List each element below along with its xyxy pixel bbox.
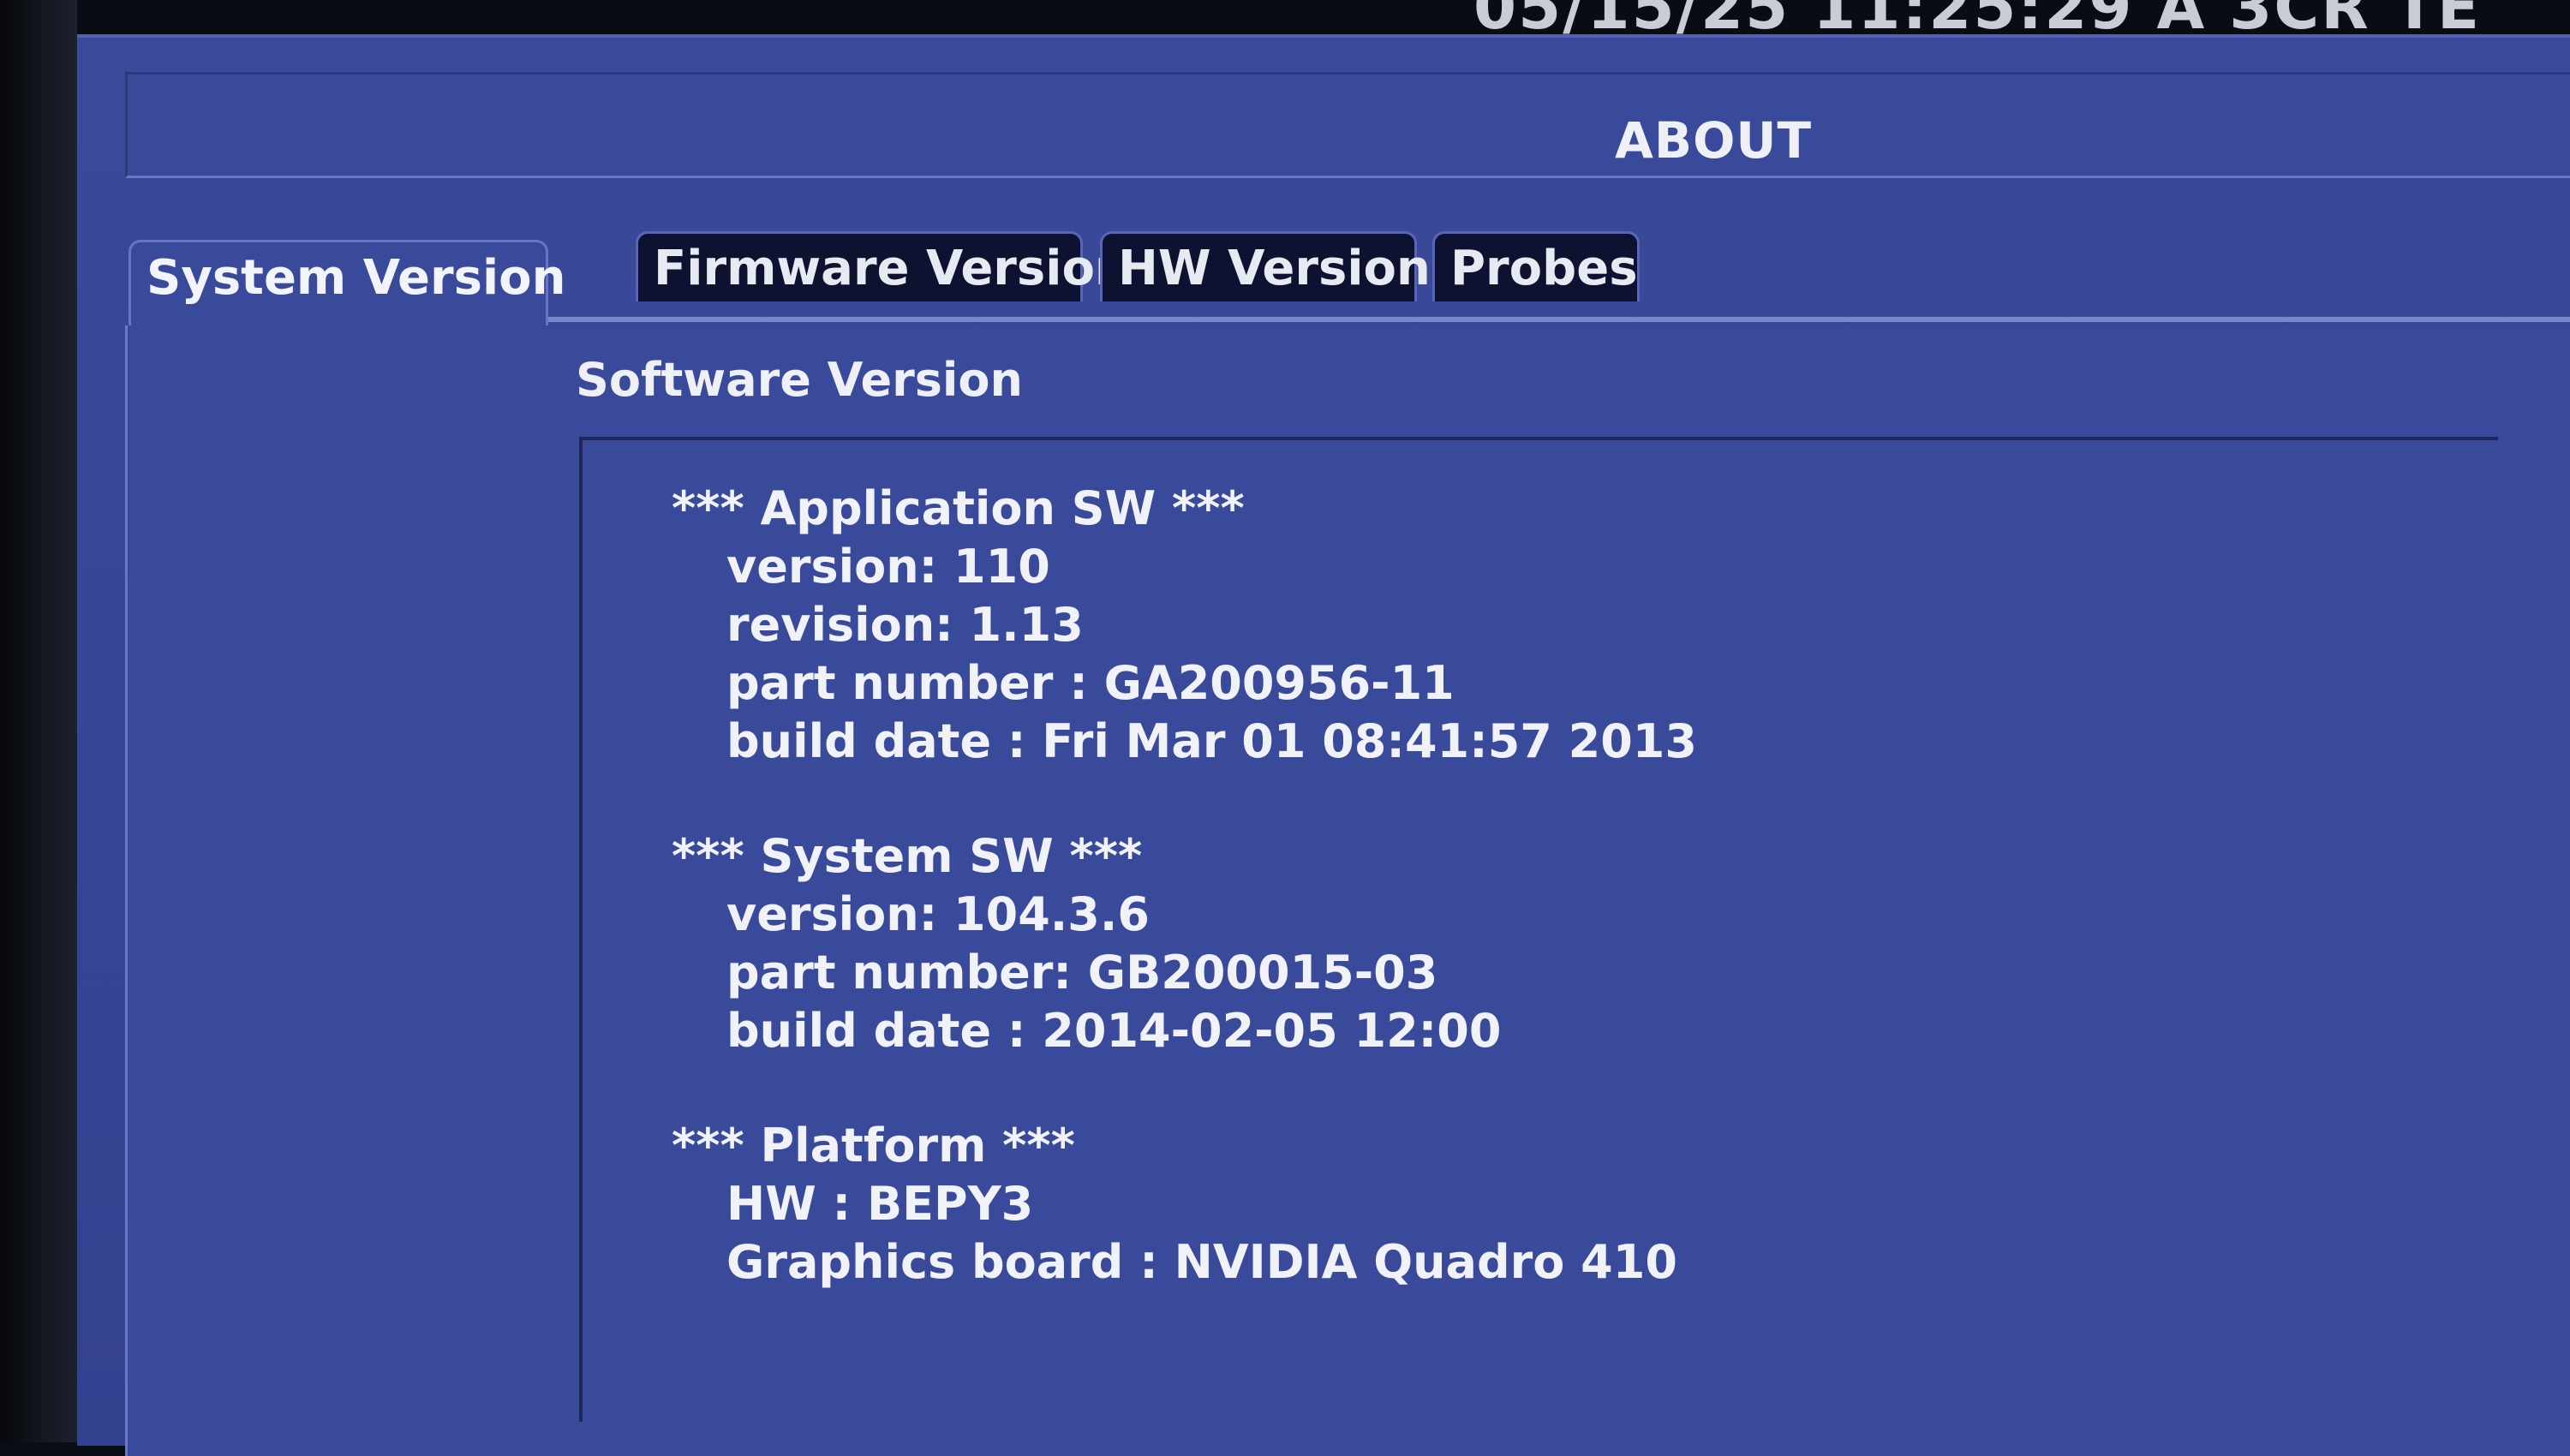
dialog-title-bar <box>125 72 2570 178</box>
system-build-date: build date : 2014-02-05 12:00 <box>726 1004 1502 1058</box>
tab-firmware-version[interactable]: Firmware Version <box>636 231 1129 301</box>
application-revision: revision: 1.13 <box>726 598 1084 652</box>
application-sw-header: *** Application SW *** <box>672 481 1245 535</box>
platform-header: *** Platform *** <box>672 1119 1075 1173</box>
tab-probes[interactable]: Probes <box>1432 231 1640 301</box>
dialog-title: ABOUT <box>1615 111 1813 170</box>
application-part-number: part number : GA200956-11 <box>726 656 1455 710</box>
system-version: version: 104.3.6 <box>726 887 1150 941</box>
tab-divider-line <box>343 317 2570 322</box>
tab-bar: System Version Firmware Version HW Versi… <box>128 197 2570 334</box>
tab-system-version[interactable]: System Version <box>128 240 566 334</box>
system-sw-header: *** System SW *** <box>672 829 1143 883</box>
system-part-number: part number: GB200015-03 <box>726 946 1438 1000</box>
section-title: Software Version <box>576 353 1023 407</box>
monitor-bezel <box>0 0 77 1442</box>
application-version: version: 110 <box>726 540 1050 594</box>
tab-hw-version[interactable]: HW Version <box>1100 231 1431 301</box>
application-build-date: build date : Fri Mar 01 08:41:57 2013 <box>726 714 1697 768</box>
platform-hw: HW : BEPY3 <box>726 1177 1034 1231</box>
platform-graphics-board: Graphics board : NVIDIA Quadro 410 <box>726 1235 1677 1289</box>
